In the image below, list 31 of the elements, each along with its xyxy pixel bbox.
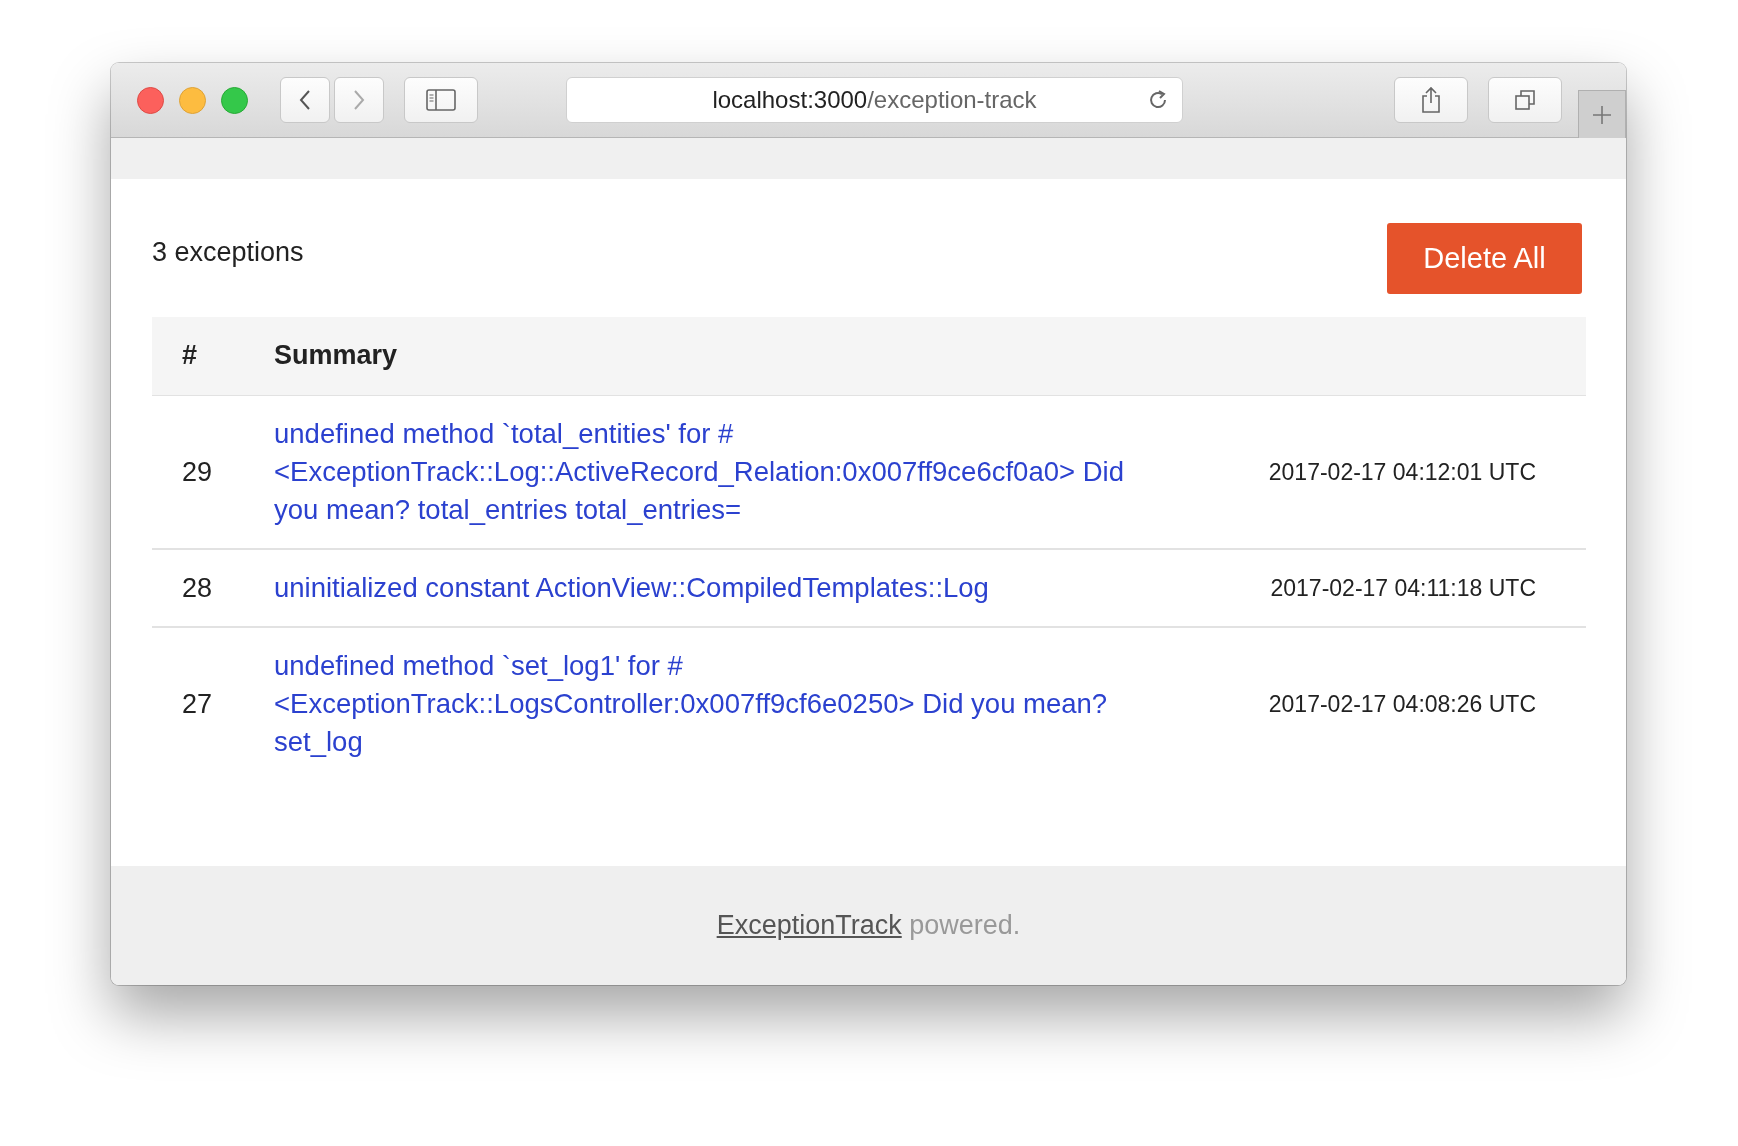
exception-time: 2017-02-17 04:11:18 UTC xyxy=(1270,574,1536,601)
share-button[interactable] xyxy=(1394,77,1468,123)
exception-summary-link[interactable]: undefined method `total_entities' for #<ExceptionTrack::Log::ActiveRecord_Relation:0x007ff9ce6cf0a0> Did you mean? total_entries total_entries= xyxy=(274,414,1174,529)
exception-count: 3 exceptions xyxy=(152,237,304,268)
address-bar[interactable]: localhost:3000/exception-track xyxy=(566,77,1183,123)
exceptiontrack-link[interactable]: ExceptionTrack xyxy=(716,910,902,940)
column-header: # xyxy=(152,317,273,395)
share-icon xyxy=(1420,86,1442,114)
zoom-button[interactable] xyxy=(221,86,248,114)
new-tab-button[interactable] xyxy=(1578,90,1626,138)
column-header: Summary xyxy=(273,317,1234,395)
footer-text: powered. xyxy=(909,910,1021,940)
exception-id: 27 xyxy=(182,688,213,719)
back-button[interactable] xyxy=(280,77,330,123)
exception-id: 29 xyxy=(182,456,213,487)
delete-all-button[interactable]: Delete All xyxy=(1387,223,1582,294)
exception-id: 28 xyxy=(182,572,213,603)
back-icon xyxy=(298,89,312,111)
plus-icon xyxy=(1591,103,1613,126)
exception-time: 2017-02-17 04:12:01 UTC xyxy=(1268,458,1536,485)
exception-summary-link[interactable]: undefined method `set_log1' for #<ExceptionTrack::LogsController:0x007ff9cf6e0250> Did you mean? set_log xyxy=(274,646,1174,761)
tabs-button[interactable] xyxy=(1488,77,1562,123)
minimize-button[interactable] xyxy=(179,86,206,114)
forward-icon xyxy=(352,89,366,111)
exception-time: 2017-02-17 04:08:26 UTC xyxy=(1268,690,1536,717)
close-button[interactable] xyxy=(137,86,164,114)
sidebar-button[interactable] xyxy=(404,77,478,123)
exception-summary-link[interactable]: uninitialized constant ActionView::CompiledTemplates::Log xyxy=(274,568,1174,607)
tabs-icon xyxy=(1513,88,1537,112)
sidebar-icon xyxy=(426,89,456,111)
forward-button[interactable] xyxy=(334,77,384,123)
